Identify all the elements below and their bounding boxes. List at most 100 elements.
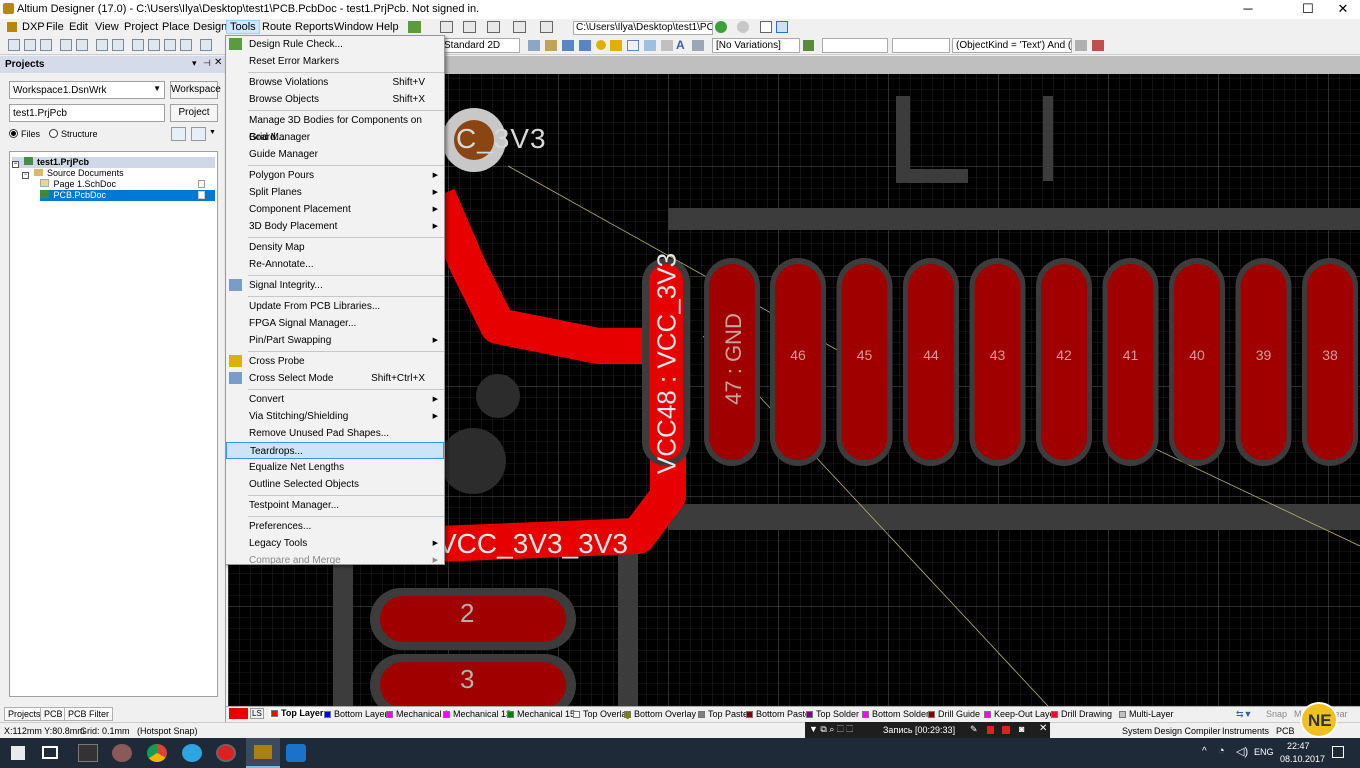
layer-tab-mechanical-15[interactable]: Mechanical 15 [507,709,575,719]
menu-item-legacy-tools[interactable]: Legacy Tools ▶ [226,535,444,552]
start-icon[interactable] [11,746,25,760]
collapse-icon[interactable]: − [22,172,29,179]
menu-item-signal-integrity[interactable]: Signal Integrity... [226,277,444,294]
menu-item-manage-3d-bodies-for-components-on-board[interactable]: Manage 3D Bodies for Components on Board… [226,112,444,143]
panel-instruments[interactable]: Instruments [1222,726,1269,736]
layer-tab-keep-out-layer[interactable]: Keep-Out Layer [984,709,1058,719]
menu-edit[interactable]: Edit [69,21,88,33]
pin-icon[interactable]: ⊣ [203,58,211,69]
workspace-select[interactable]: Workspace1.DsnWrk ▼ [9,81,165,99]
snap-button[interactable]: Snap [1266,709,1287,719]
dimension-icon[interactable] [692,40,704,51]
language-indicator[interactable]: ENG [1254,747,1274,757]
tree-folder-row[interactable]: − Source Documents [22,168,124,179]
stop-icon[interactable] [1002,726,1010,734]
zoom-icon[interactable] [132,39,144,51]
forward-icon[interactable] [737,21,749,33]
tool-icon[interactable] [440,21,453,33]
empty-combo-1[interactable] [822,38,888,53]
menu-item-preferences[interactable]: Preferences... [226,518,444,535]
recorder-app-icon[interactable] [216,744,236,762]
layer-tab-multi-layer[interactable]: Multi-Layer [1119,709,1174,719]
arc-icon[interactable] [627,40,639,51]
menu-item-polygon-pours[interactable]: Polygon Pours ▶ [226,167,444,184]
notifications-icon[interactable] [1332,746,1344,758]
window-icon[interactable] [776,21,788,33]
polygon-icon[interactable] [661,40,673,51]
radio-files[interactable] [9,129,18,138]
tool-icon[interactable] [513,21,526,33]
print-icon[interactable] [60,39,72,51]
cut-icon[interactable] [200,39,212,51]
pause-icon[interactable] [987,726,994,734]
menu-file[interactable]: File [46,21,64,33]
menu-item-browse-objects[interactable]: Browse Objects Shift+X [226,91,444,108]
recorder-menu-icon[interactable]: ▼ ⧉ ⌕ ⬚ ⬚ [809,724,853,735]
menu-reports[interactable]: Reports [295,21,334,33]
layer-set-button[interactable]: LS [250,708,264,719]
altium-taskbar-button[interactable] [246,738,280,768]
save-icon[interactable] [40,39,52,51]
recorder-close-icon[interactable]: ✕ [1039,723,1047,734]
layer-scroll-icon[interactable]: ⇆▼ [1236,709,1252,720]
empty-combo-2[interactable] [892,38,950,53]
menu-design[interactable]: Design [193,21,227,33]
tree-project-row[interactable]: − test1.PrjPcb [12,157,215,168]
toolbar-icon[interactable] [562,40,574,51]
shield-icon[interactable] [286,744,306,762]
folder-icon[interactable] [112,39,124,51]
camera-icon[interactable]: ◙ [1019,724,1024,734]
refresh-icon[interactable] [171,127,186,141]
layer-tab-bottom-solder[interactable]: Bottom Solder [862,709,929,719]
menu-item-cross-probe[interactable]: Cross Probe [226,353,444,370]
layer-tab-bottom-overlay[interactable]: Bottom Overlay [624,709,696,719]
tree-doc-row[interactable]: Page 1.SchDoc [40,179,215,190]
menu-item-pin-part-swapping[interactable]: Pin/Part Swapping ▶ [226,332,444,349]
menu-item-design-rule-check[interactable]: Design Rule Check... [226,36,444,53]
collapse-icon[interactable]: − [12,161,19,168]
menu-item-teardrops[interactable]: Teardrops... [226,442,444,459]
variant-icon[interactable] [803,40,814,51]
pad-icon[interactable] [610,40,622,51]
menu-item-guide-manager[interactable]: Guide Manager [226,146,444,163]
menu-item-fpga-signal-manager[interactable]: FPGA Signal Manager... [226,315,444,332]
chevron-down-icon[interactable]: ▼ [209,129,216,136]
layer-tab-top-overlay[interactable]: Top Overlay [573,709,631,719]
tool-icon[interactable] [463,21,476,33]
route-tool-icon[interactable] [408,21,421,33]
panel-close-icon[interactable]: ✕ [214,57,222,68]
task-view-icon[interactable] [42,746,58,759]
layer-tab-top-paste[interactable]: Top Paste [698,709,748,719]
fill-icon[interactable] [644,40,656,51]
pen-icon[interactable]: ✎ [970,724,978,735]
menu-item-reset-error-markers[interactable]: Reset Error Markers [226,53,444,70]
back-icon[interactable] [715,21,727,33]
toolbar-icon[interactable] [579,40,591,51]
menu-item-re-annotate[interactable]: Re-Annotate... [226,256,444,273]
workspace-button[interactable]: Workspace [170,81,221,99]
toolbar-icon[interactable] [528,40,540,51]
minimize-button[interactable]: ─ [1225,0,1271,19]
toolbar-icon[interactable] [545,40,557,51]
layer-tab-bottom-paste[interactable]: Bottom Paste [746,709,810,719]
menu-item-density-map[interactable]: Density Map [226,239,444,256]
zoom-area-icon[interactable] [148,39,160,51]
menu-item-via-stitching-shielding[interactable]: Via Stitching/Shielding ▶ [226,408,444,425]
radio-structure[interactable] [49,129,58,138]
menu-route[interactable]: Route [262,21,291,33]
filter-combo[interactable]: (ObjectKind = 'Text') And (Str [952,38,1072,53]
chrome-icon[interactable] [147,744,167,762]
terminal-icon[interactable] [78,744,98,762]
layer-tab-mechanical-13[interactable]: Mechanical 13 [443,709,511,719]
grid-icon[interactable] [540,21,553,33]
zoom-selected-icon[interactable] [164,39,176,51]
panel-system[interactable]: System [1122,726,1152,736]
zoom-fit-icon[interactable] [180,39,192,51]
panel-pcb[interactable]: PCB [1276,726,1295,736]
menu-item-component-placement[interactable]: Component Placement ▶ [226,201,444,218]
close-button[interactable]: ✕ [1320,0,1360,19]
layer-tab-drill-guide[interactable]: Drill Guide [928,709,980,719]
network-icon[interactable]: ◔ [1218,745,1225,757]
clock-time[interactable]: 22:47 [1287,741,1310,751]
menu-item-cross-select-mode[interactable]: Cross Select Mode Shift+Ctrl+X [226,370,444,387]
